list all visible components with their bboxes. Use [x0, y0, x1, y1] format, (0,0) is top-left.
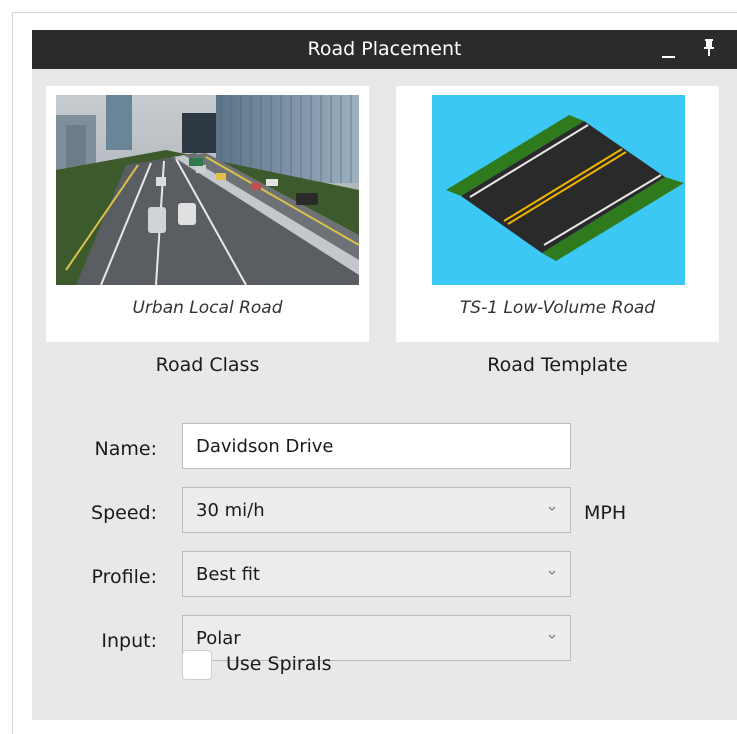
name-label: Name:	[94, 438, 157, 460]
pin-icon[interactable]	[700, 37, 718, 59]
road-class-card[interactable]: Urban Local Road	[46, 86, 369, 342]
road-class-image	[56, 95, 359, 285]
road-template-label: Road Template	[487, 354, 628, 376]
chevron-down-icon	[548, 506, 556, 511]
profile-select[interactable]: Best fit	[182, 551, 571, 597]
speed-value: 30 mi/h	[196, 500, 265, 521]
use-spirals-label[interactable]: Use Spirals	[226, 653, 332, 675]
speed-unit: MPH	[584, 502, 627, 524]
use-spirals-checkbox[interactable]	[182, 650, 212, 680]
speed-label: Speed:	[91, 502, 157, 524]
title-bar[interactable]: Road Placement	[32, 30, 737, 69]
road-template-card[interactable]: TS-1 Low-Volume Road	[396, 86, 719, 342]
road-placement-panel: Road Placement Urban Local Road TS-1 Low…	[32, 30, 737, 720]
name-input[interactable]	[182, 423, 571, 469]
chevron-down-icon	[548, 570, 556, 575]
chevron-down-icon	[548, 634, 556, 639]
road-class-label: Road Class	[155, 354, 260, 376]
profile-value: Best fit	[196, 564, 260, 585]
minimize-icon[interactable]	[660, 40, 678, 60]
road-template-caption: TS-1 Low-Volume Road	[459, 298, 656, 318]
profile-label: Profile:	[91, 566, 157, 588]
speed-select[interactable]: 30 mi/h	[182, 487, 571, 533]
input-label: Input:	[101, 630, 157, 652]
window-title: Road Placement	[307, 38, 462, 60]
road-template-image	[432, 95, 685, 285]
road-class-caption: Urban Local Road	[132, 298, 283, 318]
